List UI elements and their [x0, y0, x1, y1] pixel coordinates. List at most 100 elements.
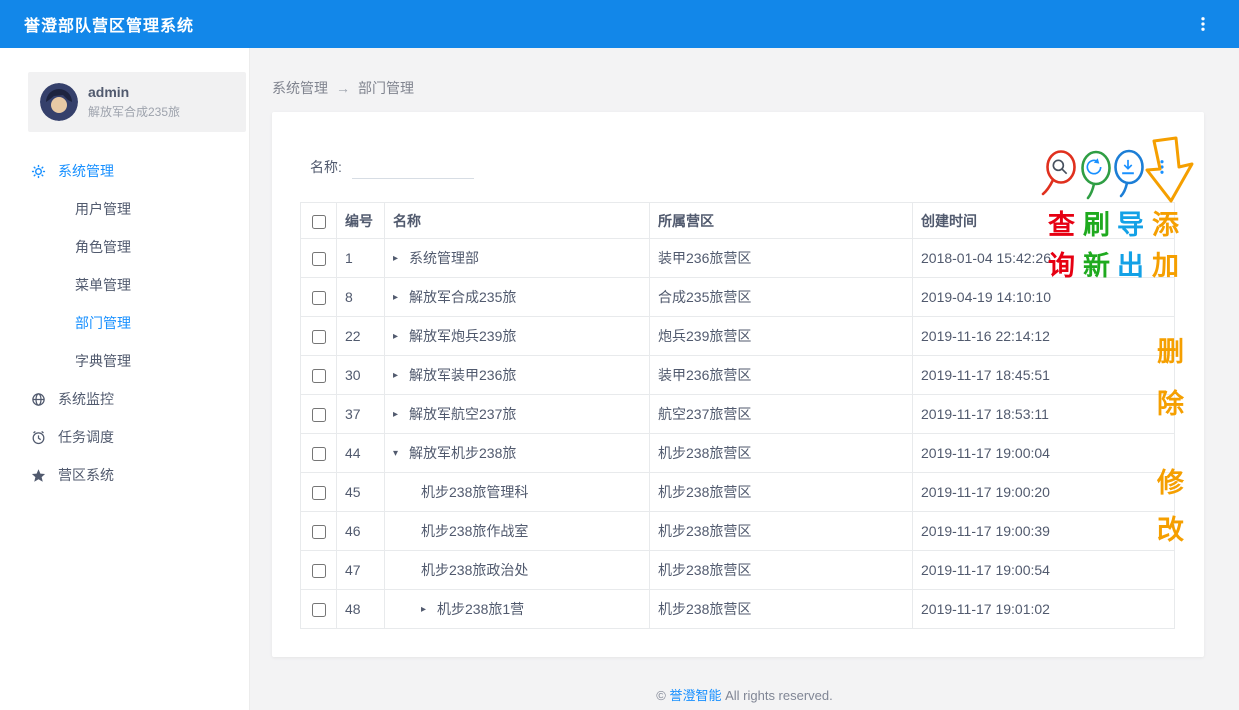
sidebar-item-menu-management[interactable]: 菜单管理 [0, 266, 249, 304]
expand-toggle-icon[interactable]: ▸ [393, 292, 409, 303]
sidebar-item-label: 用户管理 [75, 199, 131, 219]
row-checkbox[interactable] [312, 369, 326, 383]
table-row: 30 ▸解放军装甲236旅 装甲236旅营区 2019-11-17 18:45:… [301, 356, 1175, 395]
department-table: 编号 名称 所属营区 创建时间 1 ▸系统管理部 装甲236旅营区 2018-0… [300, 202, 1175, 629]
breadcrumb: 系统管理 → 部门管理 [250, 48, 1239, 112]
gear-icon [30, 163, 46, 179]
cell-camp: 机步238旅营区 [650, 551, 913, 590]
sidebar-item-department-management[interactable]: 部门管理 [0, 304, 249, 342]
row-checkbox[interactable] [312, 603, 326, 617]
sidebar-item-camp-system[interactable]: 营区系统 [0, 456, 249, 494]
cell-id: 44 [337, 434, 385, 473]
cell-created: 2018-01-04 15:42:26 [913, 239, 1175, 278]
row-checkbox[interactable] [312, 408, 326, 422]
sidebar: admin 解放军合成235旅 系统管理 用户管理 角色管理 菜单管理 部门管理 [0, 48, 250, 710]
cell-created: 2019-11-17 19:00:20 [913, 473, 1175, 512]
cell-name: 机步238旅管理科 [421, 482, 528, 502]
cell-camp: 装甲236旅营区 [650, 239, 913, 278]
row-checkbox[interactable] [312, 525, 326, 539]
table-row: 48 ▸机步238旅1营 机步238旅营区 2019-11-17 19:01:0… [301, 590, 1175, 629]
refresh-button[interactable] [1081, 154, 1107, 180]
more-actions-button[interactable] [1149, 154, 1175, 180]
row-checkbox[interactable] [312, 447, 326, 461]
cell-created: 2019-11-17 19:01:02 [913, 590, 1175, 629]
cell-created: 2019-11-17 19:00:39 [913, 512, 1175, 551]
cell-created: 2019-11-16 22:14:12 [913, 317, 1175, 356]
header-more-button[interactable] [1191, 12, 1215, 36]
column-header-name: 名称 [385, 203, 650, 239]
sidebar-item-label: 菜单管理 [75, 275, 131, 295]
cell-camp: 机步238旅营区 [650, 512, 913, 551]
name-filter-label: 名称: [310, 157, 342, 177]
expand-toggle-icon[interactable]: ▸ [421, 604, 437, 615]
user-card: admin 解放军合成235旅 [28, 72, 246, 132]
footer-text: All rights reserved. [725, 688, 833, 703]
cell-camp: 航空237旅营区 [650, 395, 913, 434]
download-icon [1118, 157, 1138, 177]
cell-id: 37 [337, 395, 385, 434]
query-button[interactable] [1047, 154, 1073, 180]
table-row: 22 ▸解放军炮兵239旅 炮兵239旅营区 2019-11-16 22:14:… [301, 317, 1175, 356]
vertical-ellipsis-icon [1194, 15, 1212, 33]
sidebar-item-dictionary-management[interactable]: 字典管理 [0, 342, 249, 380]
sidebar-item-task-schedule[interactable]: 任务调度 [0, 418, 249, 456]
cell-created: 2019-11-17 18:45:51 [913, 356, 1175, 395]
table-row: 45 机步238旅管理科 机步238旅营区 2019-11-17 19:00:2… [301, 473, 1175, 512]
sidebar-item-label: 系统管理 [58, 161, 114, 181]
expand-toggle-icon[interactable]: ▸ [393, 253, 409, 264]
sidebar-item-label: 部门管理 [75, 313, 131, 333]
cell-created: 2019-11-17 19:00:04 [913, 434, 1175, 473]
table-header-row: 编号 名称 所属营区 创建时间 [301, 203, 1175, 239]
table-row: 8 ▸解放军合成235旅 合成235旅营区 2019-04-19 14:10:1… [301, 278, 1175, 317]
cell-id: 46 [337, 512, 385, 551]
row-checkbox[interactable] [312, 330, 326, 344]
table-row: 1 ▸系统管理部 装甲236旅营区 2018-01-04 15:42:26 [301, 239, 1175, 278]
table-row: 37 ▸解放军航空237旅 航空237旅营区 2019-11-17 18:53:… [301, 395, 1175, 434]
name-filter-input[interactable] [352, 155, 474, 179]
breadcrumb-item-system[interactable]: 系统管理 [272, 78, 328, 98]
sidebar-item-system-management[interactable]: 系统管理 [0, 152, 249, 190]
star-icon [30, 467, 46, 483]
collapse-toggle-icon[interactable]: ▾ [393, 448, 409, 459]
table-row: 47 机步238旅政治处 机步238旅营区 2019-11-17 19:00:5… [301, 551, 1175, 590]
table-toolbar [1047, 154, 1175, 180]
sidebar-item-label: 字典管理 [75, 351, 131, 371]
cell-name: 机步238旅政治处 [421, 560, 528, 580]
clock-icon [30, 429, 46, 445]
row-checkbox[interactable] [312, 486, 326, 500]
row-checkbox[interactable] [312, 564, 326, 578]
cell-created: 2019-11-17 19:00:54 [913, 551, 1175, 590]
select-all-checkbox[interactable] [312, 215, 326, 229]
brand-link[interactable]: 誉澄智能 [669, 688, 721, 703]
row-checkbox[interactable] [312, 252, 326, 266]
cell-camp: 装甲236旅营区 [650, 356, 913, 395]
app-header: 誉澄部队营区管理系统 [0, 0, 1239, 48]
cell-name: 解放军航空237旅 [409, 404, 516, 424]
export-button[interactable] [1115, 154, 1141, 180]
sidebar-item-label: 营区系统 [58, 465, 114, 485]
sidebar-item-label: 任务调度 [58, 427, 114, 447]
cell-id: 22 [337, 317, 385, 356]
avatar [40, 83, 78, 121]
cell-created: 2019-11-17 18:53:11 [913, 395, 1175, 434]
cell-id: 8 [337, 278, 385, 317]
expand-toggle-icon[interactable]: ▸ [393, 370, 409, 381]
footer: © 誉澄智能 All rights reserved. [250, 685, 1239, 704]
row-checkbox[interactable] [312, 291, 326, 305]
sidebar-item-user-management[interactable]: 用户管理 [0, 190, 249, 228]
sidebar-item-role-management[interactable]: 角色管理 [0, 228, 249, 266]
cell-name: 机步238旅1营 [437, 599, 524, 619]
sidebar-item-label: 角色管理 [75, 237, 131, 257]
sidebar-item-system-monitor[interactable]: 系统监控 [0, 380, 249, 418]
copyright-symbol: © [656, 688, 666, 703]
sidebar-item-label: 系统监控 [58, 389, 114, 409]
cell-name: 解放军机步238旅 [409, 443, 516, 463]
cell-id: 47 [337, 551, 385, 590]
refresh-icon [1084, 157, 1104, 177]
expand-toggle-icon[interactable]: ▸ [393, 409, 409, 420]
expand-toggle-icon[interactable]: ▸ [393, 331, 409, 342]
column-header-camp: 所属营区 [650, 203, 913, 239]
cell-name: 系统管理部 [409, 248, 479, 268]
cell-camp: 机步238旅营区 [650, 434, 913, 473]
user-unit: 解放军合成235旅 [88, 103, 180, 120]
